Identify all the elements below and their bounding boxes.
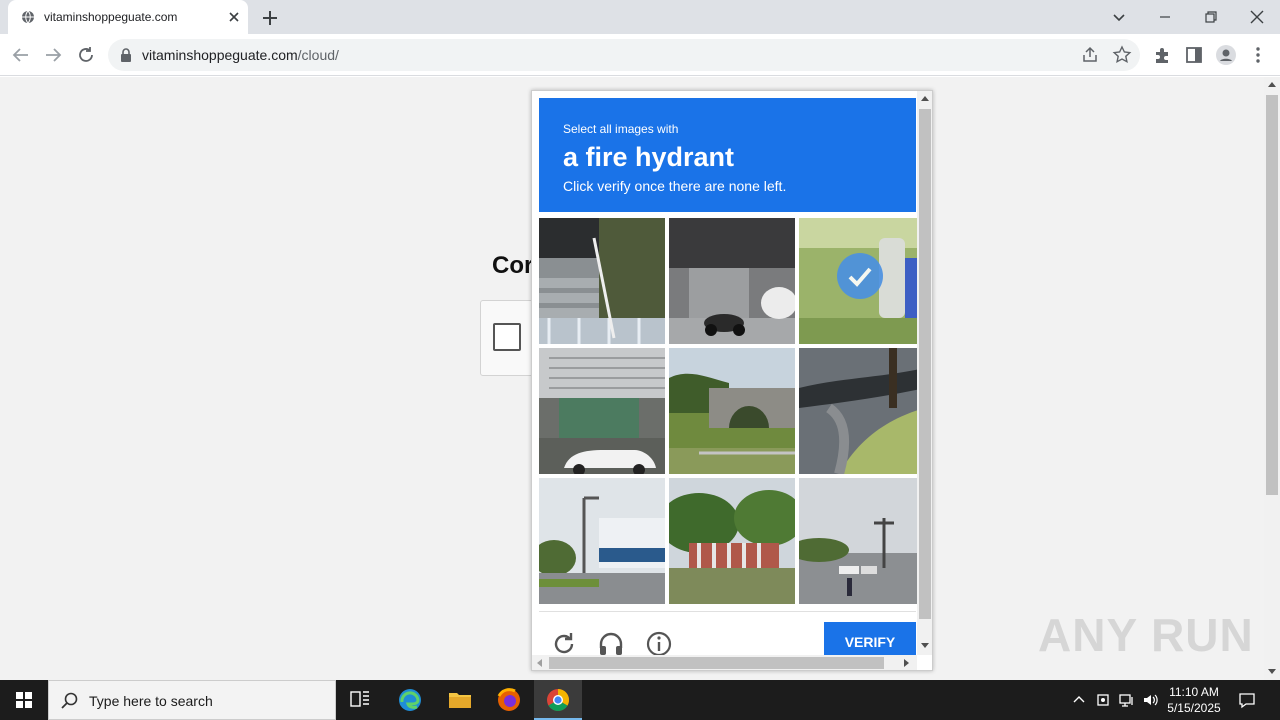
task-view-icon xyxy=(350,691,369,707)
url-text: vitaminshoppeguate.com/cloud/ xyxy=(142,47,339,63)
challenge-tile-scooter[interactable] xyxy=(669,218,795,344)
close-window-icon[interactable] xyxy=(1246,6,1268,28)
edge-icon xyxy=(399,689,421,711)
fence-image xyxy=(669,478,795,604)
system-clock[interactable]: 11:10 AM 5/15/2025 xyxy=(1162,684,1226,716)
selected-check-icon xyxy=(837,253,883,299)
clock-time: 11:10 AM xyxy=(1169,685,1219,699)
challenge-scroll-right-arrow[interactable] xyxy=(904,659,909,667)
watermark-logo: ANY RUN xyxy=(1038,609,1254,661)
minimize-icon[interactable] xyxy=(1154,6,1176,28)
close-icon[interactable] xyxy=(227,10,241,24)
clock-date: 5/15/2025 xyxy=(1167,701,1221,715)
image-challenge-dialog: Select all images with a fire hydrant Cl… xyxy=(531,90,933,671)
back-icon[interactable] xyxy=(10,44,32,66)
firefox-icon xyxy=(497,688,520,711)
new-tab-icon[interactable] xyxy=(260,8,280,28)
challenge-tile-curb[interactable] xyxy=(799,348,925,474)
folder-icon xyxy=(449,693,471,708)
challenge-tile-building-car[interactable] xyxy=(539,348,665,474)
challenge-scroll-up-arrow[interactable] xyxy=(921,96,929,101)
challenge-tile-stairs[interactable] xyxy=(539,218,665,344)
refresh-icon[interactable] xyxy=(550,630,578,658)
info-icon[interactable] xyxy=(645,630,673,658)
start-button[interactable] xyxy=(0,680,48,720)
stairs-image xyxy=(539,218,665,344)
challenge-scroll-left-arrow[interactable] xyxy=(537,659,542,667)
scroll-up-arrow[interactable] xyxy=(1268,82,1276,87)
restore-icon[interactable] xyxy=(1200,6,1222,28)
windows-taskbar: Type here to search 11:10 AM 5/15/2025 xyxy=(0,680,1280,720)
challenge-vertical-scroll-thumb[interactable] xyxy=(919,109,931,619)
scooter-image xyxy=(669,218,795,344)
tray-device-icon[interactable] xyxy=(1094,691,1112,709)
tab-title: vitaminshoppeguate.com xyxy=(44,10,178,24)
windows-logo-icon xyxy=(16,692,32,708)
taskbar-edge[interactable] xyxy=(386,680,434,720)
search-icon xyxy=(61,692,78,709)
challenge-horizontal-scrollbar[interactable] xyxy=(532,655,917,670)
chrome-icon xyxy=(547,689,569,711)
share-icon[interactable] xyxy=(1080,45,1100,65)
challenge-image-grid xyxy=(539,218,925,605)
streetlamp-image xyxy=(539,478,665,604)
challenge-tile-fence[interactable] xyxy=(669,478,795,604)
audio-headphones-icon[interactable] xyxy=(597,630,625,658)
profile-avatar-icon[interactable] xyxy=(1215,44,1237,66)
challenge-tile-hydrant[interactable] xyxy=(799,218,925,344)
browser-toolbar: vitaminshoppeguate.com/cloud/ xyxy=(0,34,1280,76)
taskbar-chrome[interactable] xyxy=(534,680,582,720)
challenge-header: Select all images with a fire hydrant Cl… xyxy=(539,98,916,212)
url-host: vitaminshoppeguate.com xyxy=(142,47,298,63)
bookmark-star-icon[interactable] xyxy=(1112,45,1132,65)
address-bar[interactable]: vitaminshoppeguate.com/cloud/ xyxy=(108,39,1140,71)
menu-dots-icon[interactable] xyxy=(1247,44,1269,66)
network-icon[interactable] xyxy=(1118,691,1136,709)
challenge-subtitle: Select all images with xyxy=(563,122,679,136)
page-heading: Cor xyxy=(492,252,534,279)
challenge-horizontal-scroll-thumb[interactable] xyxy=(549,657,884,669)
challenge-tile-bridge[interactable] xyxy=(669,348,795,474)
page-scrollbar[interactable] xyxy=(1264,77,1280,680)
bridge-image xyxy=(669,348,795,474)
challenge-instruction: Click verify once there are none left. xyxy=(563,178,787,194)
tab-search-icon[interactable] xyxy=(1108,6,1130,28)
notifications-icon[interactable] xyxy=(1238,691,1256,709)
task-view-button[interactable] xyxy=(336,680,384,720)
challenge-tile-intersection[interactable] xyxy=(799,478,925,604)
globe-icon xyxy=(22,10,34,24)
browser-tab[interactable]: vitaminshoppeguate.com xyxy=(8,0,248,34)
taskbar-firefox[interactable] xyxy=(485,680,533,720)
challenge-vertical-scrollbar[interactable] xyxy=(917,91,932,655)
challenge-footer: VERIFY xyxy=(539,611,916,662)
verification-checkbox[interactable] xyxy=(493,323,521,351)
intersection-image xyxy=(799,478,925,604)
taskbar-search-box[interactable]: Type here to search xyxy=(48,680,336,720)
reload-icon[interactable] xyxy=(75,44,97,66)
scroll-down-arrow[interactable] xyxy=(1268,669,1276,674)
page-scrollbar-thumb[interactable] xyxy=(1266,95,1278,495)
url-path: /cloud/ xyxy=(297,47,339,63)
tray-chevron-up-icon[interactable] xyxy=(1070,691,1088,709)
curb-image xyxy=(799,348,925,474)
tab-strip: vitaminshoppeguate.com xyxy=(0,0,1280,34)
search-placeholder: Type here to search xyxy=(89,693,213,709)
challenge-target: a fire hydrant xyxy=(563,142,735,172)
lock-icon[interactable] xyxy=(120,48,132,62)
extensions-icon[interactable] xyxy=(1151,44,1173,66)
challenge-tile-streetlamp[interactable] xyxy=(539,478,665,604)
taskbar-file-explorer[interactable] xyxy=(436,680,484,720)
forward-icon[interactable] xyxy=(42,44,64,66)
side-panel-icon[interactable] xyxy=(1183,44,1205,66)
building-car-image xyxy=(539,348,665,474)
challenge-scroll-down-arrow[interactable] xyxy=(921,643,929,648)
volume-icon[interactable] xyxy=(1142,691,1160,709)
